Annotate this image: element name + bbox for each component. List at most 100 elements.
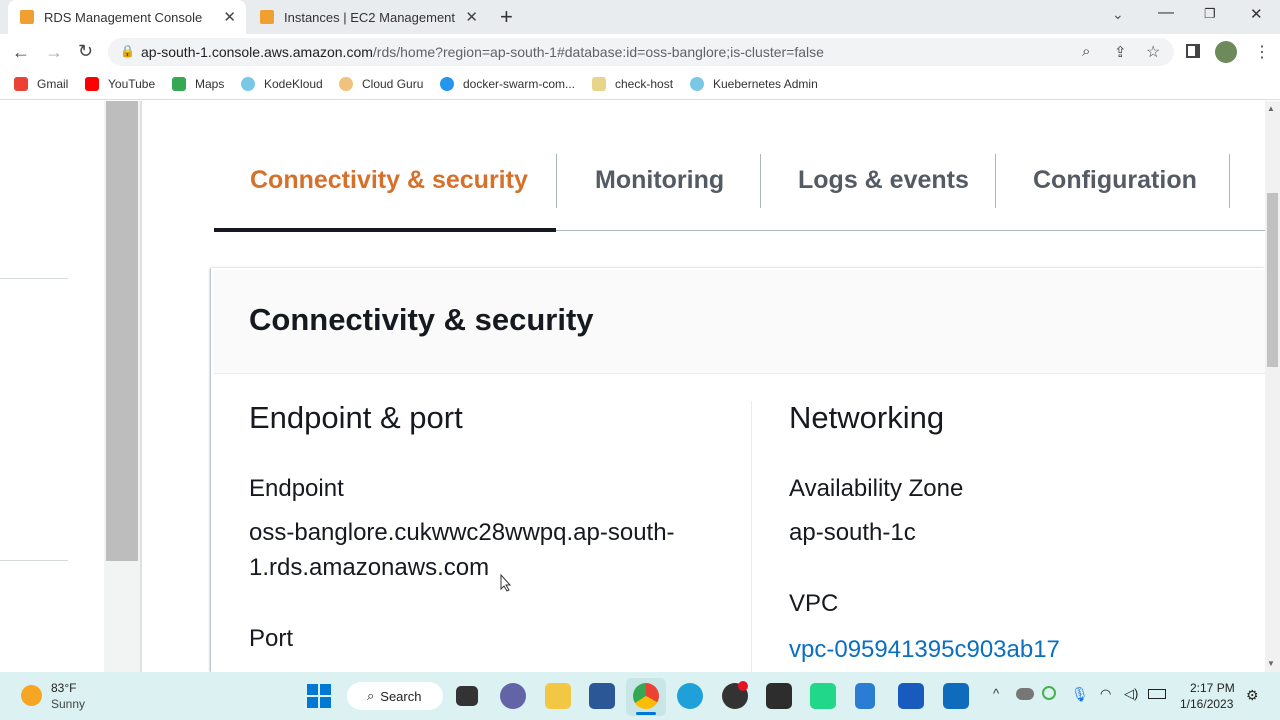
lock-icon[interactable]: 🔒 — [120, 44, 135, 58]
volume-icon[interactable]: ◁) — [1124, 686, 1138, 702]
tab-separator — [1229, 154, 1230, 208]
mouse-cursor-icon — [500, 573, 512, 592]
networking-heading: Networking — [789, 400, 945, 435]
window-close-icon[interactable]: ✕ — [1250, 5, 1263, 23]
tab-configuration[interactable]: Configuration — [1033, 166, 1197, 195]
weather-temp[interactable]: 83°F — [51, 681, 76, 695]
side-nav-border — [140, 101, 142, 672]
aws-favicon-icon — [260, 10, 274, 24]
wifi-icon[interactable]: ◠ — [1100, 686, 1111, 702]
kodekloud-icon — [241, 77, 255, 91]
bookmark-maps[interactable]: Maps — [172, 76, 224, 92]
chrome-icon[interactable] — [633, 683, 659, 709]
zoom-icon[interactable]: ⌕ — [1082, 43, 1090, 60]
tab-search-icon[interactable]: ⌄ — [1112, 6, 1124, 23]
bookmark-label: docker-swarm-com... — [463, 77, 576, 91]
search-label: Search — [380, 688, 422, 704]
tab-connectivity-security[interactable]: Connectivity & security — [250, 166, 528, 195]
menu-kebab-icon[interactable]: ⋮ — [1254, 42, 1270, 62]
taskbar-search[interactable]: ⌕ Search — [347, 682, 443, 710]
tab-monitoring[interactable]: Monitoring — [595, 166, 724, 195]
side-nav-scroll-thumb[interactable] — [106, 101, 138, 561]
reload-icon[interactable]: ↻ — [78, 41, 93, 62]
forward-icon[interactable]: → — [45, 42, 63, 63]
youtube-icon — [85, 77, 99, 91]
edge-icon[interactable] — [677, 683, 703, 709]
bookmark-label: Maps — [195, 77, 225, 91]
mail-icon[interactable] — [943, 683, 969, 709]
store-icon[interactable] — [589, 683, 615, 709]
bookmark-docker-swarm[interactable]: docker-swarm-com... — [440, 76, 575, 92]
scroll-thumb[interactable] — [1267, 193, 1278, 367]
bookmark-kubernetes-admin[interactable]: Kuebernetes Admin — [690, 76, 818, 92]
bookmark-cloud-guru[interactable]: Cloud Guru — [339, 76, 423, 92]
terminal-icon[interactable] — [766, 683, 792, 709]
task-view-icon[interactable] — [456, 686, 478, 706]
endpoint-value-line2[interactable]: 1.rds.amazonaws.com — [249, 554, 489, 582]
sync-icon[interactable] — [1042, 686, 1056, 700]
sun-weather-icon[interactable] — [21, 685, 42, 706]
whiteboard-icon[interactable] — [898, 683, 924, 709]
panel-title: Connectivity & security — [249, 302, 594, 337]
bookmark-label: check-host — [615, 77, 674, 91]
bookmark-youtube[interactable]: YouTube — [85, 76, 155, 92]
close-tab-icon[interactable]: ✕ — [465, 8, 478, 26]
tab-separator — [760, 154, 761, 208]
minimize-icon[interactable]: — — [1158, 4, 1174, 22]
new-tab-icon[interactable]: + — [500, 4, 513, 30]
aws-favicon-icon — [20, 10, 34, 24]
bookmark-check-host[interactable]: check-host — [592, 76, 673, 92]
windows-start-icon[interactable] — [307, 684, 331, 708]
gmail-icon — [14, 77, 28, 91]
tab-separator — [556, 154, 557, 208]
vpc-label: VPC — [789, 590, 839, 617]
weather-desc[interactable]: Sunny — [51, 697, 85, 711]
url-path: /rds/home?region=ap-south-1#database:id=… — [372, 44, 824, 60]
close-tab-icon[interactable]: ✕ — [223, 8, 236, 26]
page-scrollbar[interactable] — [1265, 101, 1280, 672]
browser-tab-title: Instances | EC2 Management Con — [284, 9, 459, 25]
file-explorer-icon[interactable] — [545, 683, 571, 709]
availability-zone-label: Availability Zone — [789, 475, 964, 502]
onedrive-icon[interactable] — [1016, 688, 1034, 700]
docker-icon — [440, 77, 454, 91]
share-icon[interactable]: ⇪ — [1114, 43, 1127, 61]
back-icon[interactable]: ← — [12, 42, 30, 63]
endpoint-port-heading: Endpoint & port — [249, 400, 463, 435]
microphone-icon[interactable]: 🎙 — [1071, 686, 1089, 703]
teams-chat-icon[interactable] — [500, 683, 526, 709]
pycharm-icon[interactable] — [810, 683, 836, 709]
clock-date[interactable]: 1/16/2023 — [1180, 697, 1233, 711]
notifications-icon[interactable]: ⚙ — [1246, 687, 1259, 704]
clock-time[interactable]: 2:17 PM — [1190, 681, 1235, 695]
endpoint-value-line1[interactable]: oss-banglore.cukwwc28wwpq.ap-south- — [249, 519, 675, 547]
nav-divider — [0, 560, 68, 561]
maps-icon — [172, 77, 186, 91]
url-text[interactable]: ap-south-1.console.aws.amazon.com/rds/ho… — [141, 44, 824, 60]
vpc-link[interactable]: vpc-095941395c903ab17 — [789, 636, 1060, 664]
restore-icon[interactable]: ❐ — [1204, 6, 1216, 22]
chevron-up-icon[interactable]: ^ — [993, 686, 999, 701]
search-icon: ⌕ — [367, 688, 375, 703]
battery-icon[interactable] — [1148, 689, 1166, 699]
profile-avatar[interactable] — [1215, 41, 1237, 63]
cloud-icon — [339, 77, 353, 91]
scroll-up-icon[interactable]: ▲ — [1267, 104, 1275, 113]
bookmark-label: KodeKloud — [264, 77, 323, 91]
scroll-down-icon[interactable]: ▼ — [1267, 659, 1275, 668]
bookmark-star-icon[interactable]: ☆ — [1146, 42, 1160, 62]
browser-tab-ec2[interactable]: Instances | EC2 Management Con ✕ — [248, 0, 488, 34]
active-app-indicator — [636, 712, 656, 715]
availability-zone-value: ap-south-1c — [789, 519, 916, 546]
tab-logs-events[interactable]: Logs & events — [798, 166, 969, 195]
bookmark-gmail[interactable]: Gmail — [14, 76, 68, 92]
side-panel-icon[interactable] — [1186, 44, 1200, 58]
bookmark-kodekloud[interactable]: KodeKloud — [241, 76, 323, 92]
bookmark-label: Cloud Guru — [362, 77, 424, 91]
url-host: ap-south-1.console.aws.amazon.com — [141, 44, 373, 60]
browser-tab-rds[interactable]: RDS Management Console ✕ — [8, 0, 246, 34]
bookmark-label: YouTube — [108, 77, 156, 91]
bookmark-label: Kuebernetes Admin — [713, 77, 818, 91]
nav-divider — [0, 278, 68, 279]
notepad-icon[interactable] — [855, 683, 875, 709]
